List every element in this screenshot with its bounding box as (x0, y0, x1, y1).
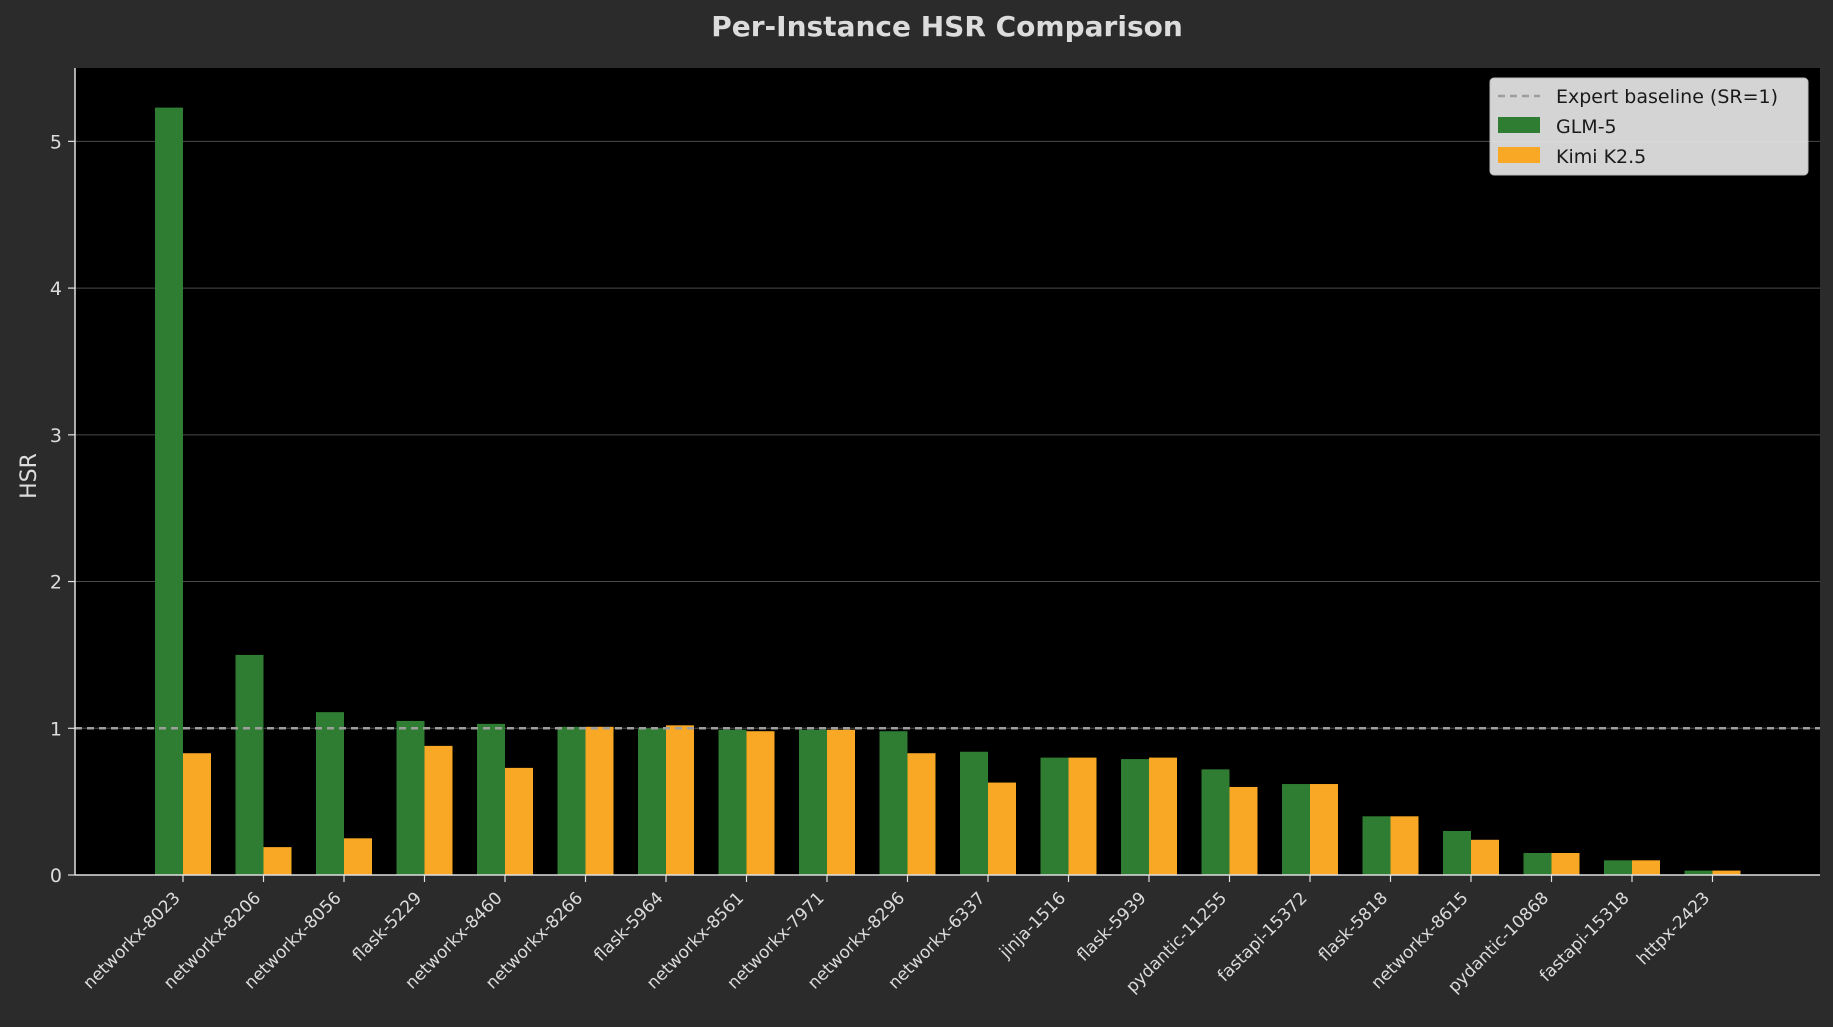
x-tick-label: jinja-1516 (995, 888, 1070, 963)
bar-glm-5-networkx-8023 (155, 107, 183, 876)
bar-kimi-k2-5-pydantic-10868 (1551, 852, 1580, 875)
bar-kimi-k2-5-networkx-8296 (907, 753, 936, 875)
bar-kimi-k2-5-pydantic-11255 (1229, 786, 1258, 875)
bar-kimi-k2-5-networkx-7971 (827, 729, 855, 875)
legend-swatch-glm-5 (1498, 117, 1540, 133)
bar-glm-5-flask-5818 (1362, 816, 1391, 875)
bar-kimi-k2-5-flask-5229 (424, 745, 453, 875)
x-tick-label: flask-5939 (1073, 888, 1150, 965)
bar-glm-5-networkx-8296 (879, 731, 908, 875)
x-tick-label: flask-5818 (1315, 888, 1392, 965)
bar-kimi-k2-5-networkx-8615 (1471, 839, 1499, 875)
bar-kimi-k2-5-networkx-8561 (746, 731, 775, 875)
legend-swatch-kimi-k2-5 (1498, 147, 1540, 163)
x-tick-label: flask-5964 (590, 888, 667, 965)
bar-glm-5-networkx-8561 (718, 729, 747, 875)
bar-glm-5-flask-5229 (396, 720, 425, 875)
bar-glm-5-fastapi-15318 (1604, 860, 1632, 875)
bar-kimi-k2-5-fastapi-15372 (1310, 784, 1338, 875)
legend-baseline-label: Expert baseline (SR=1) (1556, 86, 1778, 108)
bar-glm-5-pydantic-10868 (1523, 852, 1552, 875)
bar-glm-5-networkx-8056 (316, 712, 344, 875)
bar-glm-5-flask-5964 (638, 728, 666, 875)
bar-glm-5-networkx-7971 (799, 729, 827, 875)
bar-kimi-k2-5-jinja-1516 (1068, 757, 1097, 875)
chart-title: Per-Instance HSR Comparison (711, 10, 1183, 43)
bar-glm-5-networkx-8615 (1443, 830, 1471, 875)
y-tick-label: 2 (50, 572, 62, 594)
bar-kimi-k2-5-flask-5964 (666, 725, 694, 875)
y-tick-label: 0 (50, 865, 62, 887)
y-tick-label: 4 (50, 278, 62, 300)
y-tick-label: 5 (50, 131, 62, 153)
bar-glm-5-networkx-8266 (557, 726, 586, 875)
bar-glm-5-networkx-8206 (235, 654, 264, 875)
bar-glm-5-pydantic-11255 (1201, 769, 1230, 875)
bar-kimi-k2-5-networkx-8266 (585, 726, 614, 875)
bar-kimi-k2-5-networkx-8023 (183, 753, 211, 875)
bar-kimi-k2-5-networkx-8460 (505, 767, 533, 875)
y-axis-ticks: 0 1 2 3 4 5 (50, 131, 75, 887)
y-axis-label: HSR (17, 453, 42, 499)
bar-kimi-k2-5-flask-5818 (1390, 816, 1419, 875)
bar-glm-5-fastapi-15372 (1282, 784, 1310, 875)
bar-kimi-k2-5-flask-5939 (1149, 757, 1177, 875)
legend-label-glm-5: GLM-5 (1556, 116, 1617, 138)
chart: 0 1 2 3 4 5 networkx-8023 networkx-8206 network… (0, 0, 1833, 1023)
legend: Expert baseline (SR=1) GLM-5 Kimi K2.5 (1489, 77, 1809, 176)
bar-kimi-k2-5-fastapi-15318 (1632, 860, 1660, 875)
bar-kimi-k2-5-networkx-6337 (988, 782, 1016, 875)
bar-glm-5-jinja-1516 (1040, 757, 1069, 875)
x-axis-ticks: networkx-8023networkx-8206networkx-8056 f… (80, 875, 1714, 997)
x-tick-label: httpx-2423 (1633, 888, 1714, 969)
chart-svg: 0 1 2 3 4 5 networkx-8023networkx-8206network… (17, 10, 1820, 997)
y-tick-label: 3 (50, 425, 62, 447)
x-tick-label: flask-5229 (349, 888, 426, 965)
bar-kimi-k2-5-networkx-8056 (344, 838, 372, 875)
y-tick-label: 1 (50, 718, 62, 740)
bar-glm-5-flask-5939 (1121, 759, 1149, 875)
bar-glm-5-networkx-8460 (477, 723, 505, 875)
bar-glm-5-networkx-6337 (960, 751, 988, 875)
legend-label-kimi-k2-5: Kimi K2.5 (1556, 146, 1646, 168)
bar-kimi-k2-5-networkx-8206 (263, 847, 292, 875)
